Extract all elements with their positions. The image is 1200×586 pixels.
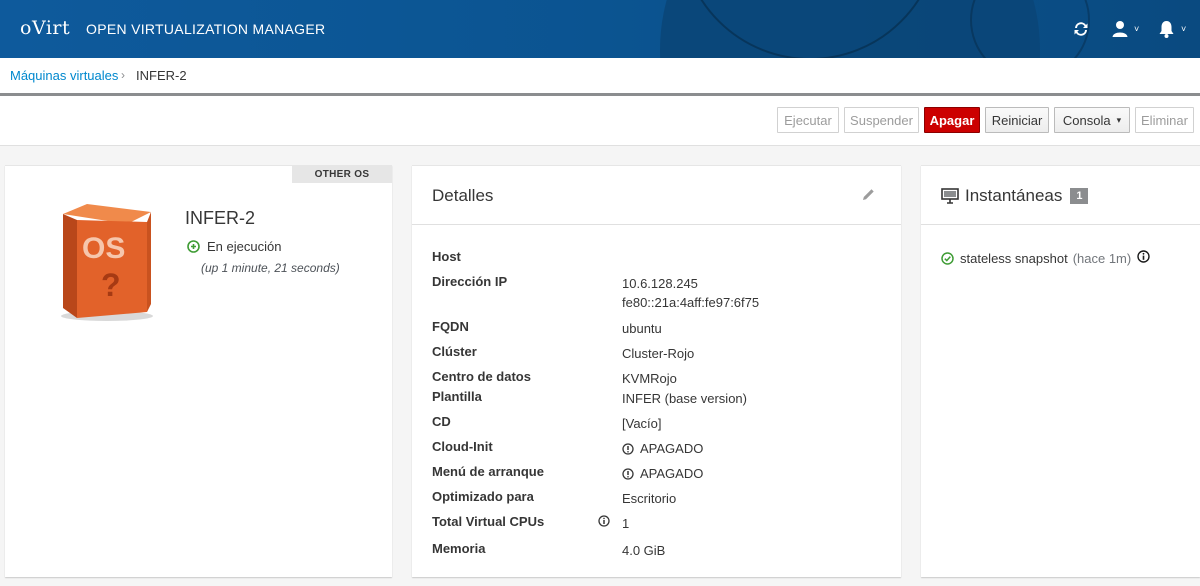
detail-key: Centro de datos <box>432 369 531 384</box>
detail-key: Optimizado para <box>432 489 534 504</box>
monitor-icon <box>941 188 959 204</box>
detail-key: Dirección IP <box>432 274 508 289</box>
info-icon[interactable] <box>1137 250 1156 266</box>
shutdown-button[interactable]: Apagar <box>924 107 980 133</box>
pencil-icon[interactable] <box>862 188 875 204</box>
detail-key: Memoria <box>432 541 486 556</box>
os-box-text: OS <box>82 232 125 265</box>
os-box-mark: ? <box>101 267 121 303</box>
chevron-down-icon: ˅ <box>1134 24 1140 34</box>
user-icon <box>1112 21 1128 37</box>
snapshots-header: Instantáneas 1 <box>941 186 1089 206</box>
vm-name: INFER-2 <box>185 208 256 228</box>
detail-value: APAGADO <box>622 464 703 485</box>
breadcrumb-current: INFER-2 <box>136 68 187 83</box>
snapshot-item[interactable]: stateless snapshot (hace 1m) <box>941 250 1156 266</box>
vm-status: En ejecución <box>187 239 281 254</box>
power-off-icon <box>622 442 634 455</box>
os-badge: OTHER OS <box>292 166 392 183</box>
detail-key: Cloud-Init <box>432 439 493 454</box>
detail-value: ubuntu <box>622 321 662 336</box>
chevron-down-icon: ▾ <box>1116 114 1122 125</box>
reboot-button[interactable]: Reiniciar <box>985 107 1049 133</box>
check-circle-icon <box>941 251 954 265</box>
remove-button[interactable]: Eliminar <box>1135 107 1194 133</box>
vm-summary-card: OTHER OS OS ? INFER-2 En ejecución (up 1… <box>5 165 392 577</box>
breadcrumb-separator: › <box>121 68 125 82</box>
breadcrumb-parent-link[interactable]: Máquinas virtuales <box>10 68 118 83</box>
product-name: OPEN VIRTUALIZATION MANAGER <box>86 21 326 37</box>
refresh-icon[interactable] <box>1072 18 1090 40</box>
os-box-image: OS ? <box>51 202 155 325</box>
ipv4-address: 10.6.128.245 <box>622 276 698 291</box>
chevron-down-icon: ˅ <box>1181 24 1187 34</box>
ipv6-address: fe80::21a:4aff:fe97:6f75 <box>622 295 760 310</box>
detail-key: Plantilla <box>432 389 482 404</box>
breadcrumb: Máquinas virtuales › INFER-2 <box>0 58 1200 96</box>
masthead: oVirt OPEN VIRTUALIZATION MANAGER ˅ ˅ <box>0 0 1200 58</box>
details-card: Detalles Host Dirección IP 10.6.128.245 … <box>412 165 901 577</box>
card-divider <box>921 224 1200 225</box>
snapshot-name: stateless snapshot <box>960 250 1068 266</box>
boot-menu-value: APAGADO <box>640 466 704 481</box>
vm-status-label: En ejecución <box>207 239 282 254</box>
vm-uptime: (up 1 minute, 21 seconds) <box>201 261 340 275</box>
bell-icon <box>1159 21 1174 38</box>
console-button-label: Consola <box>1062 112 1111 128</box>
detail-key: Clúster <box>432 344 477 359</box>
console-dropdown-button[interactable]: Consola ▾ <box>1054 107 1130 133</box>
cloud-init-value: APAGADO <box>640 441 704 456</box>
run-button[interactable]: Ejecutar <box>777 107 839 133</box>
snapshot-age: (hace 1m) <box>1072 250 1132 266</box>
detail-value: 4.0 GiB <box>622 543 666 558</box>
snapshots-card: Instantáneas 1 stateless snapshot (hace … <box>921 165 1200 577</box>
detail-key: Menú de arranque <box>432 464 544 479</box>
info-icon[interactable] <box>598 515 610 530</box>
card-divider <box>412 224 901 225</box>
detail-value: [Vacío] <box>622 416 662 431</box>
user-menu[interactable]: ˅ <box>1112 18 1139 40</box>
details-title: Detalles <box>432 186 494 205</box>
detail-key: FQDN <box>432 319 469 334</box>
snapshot-count-badge: 1 <box>1070 188 1089 204</box>
detail-value: INFER (base version) <box>622 391 747 406</box>
action-toolbar: Ejecutar Suspender Apagar Reiniciar Cons… <box>0 96 1200 146</box>
suspend-button[interactable]: Suspender <box>844 107 919 133</box>
detail-key: CD <box>432 414 451 429</box>
detail-value: 1 <box>622 516 630 531</box>
detail-value: KVMRojo <box>622 371 677 386</box>
running-icon <box>187 240 200 253</box>
detail-value: 10.6.128.245 fe80::21a:4aff:fe97:6f75 <box>622 274 759 312</box>
detail-value: APAGADO <box>622 439 703 460</box>
detail-key: Host <box>432 249 461 264</box>
snapshots-title: Instantáneas <box>965 186 1063 205</box>
notifications-menu[interactable]: ˅ <box>1158 18 1186 40</box>
detail-value: Escritorio <box>622 491 677 506</box>
ovirt-logo[interactable]: oVirt <box>20 17 70 39</box>
detail-value: Cluster-Rojo <box>622 346 695 361</box>
power-off-icon <box>622 467 634 480</box>
detail-key: Total Virtual CPUs <box>432 514 545 529</box>
